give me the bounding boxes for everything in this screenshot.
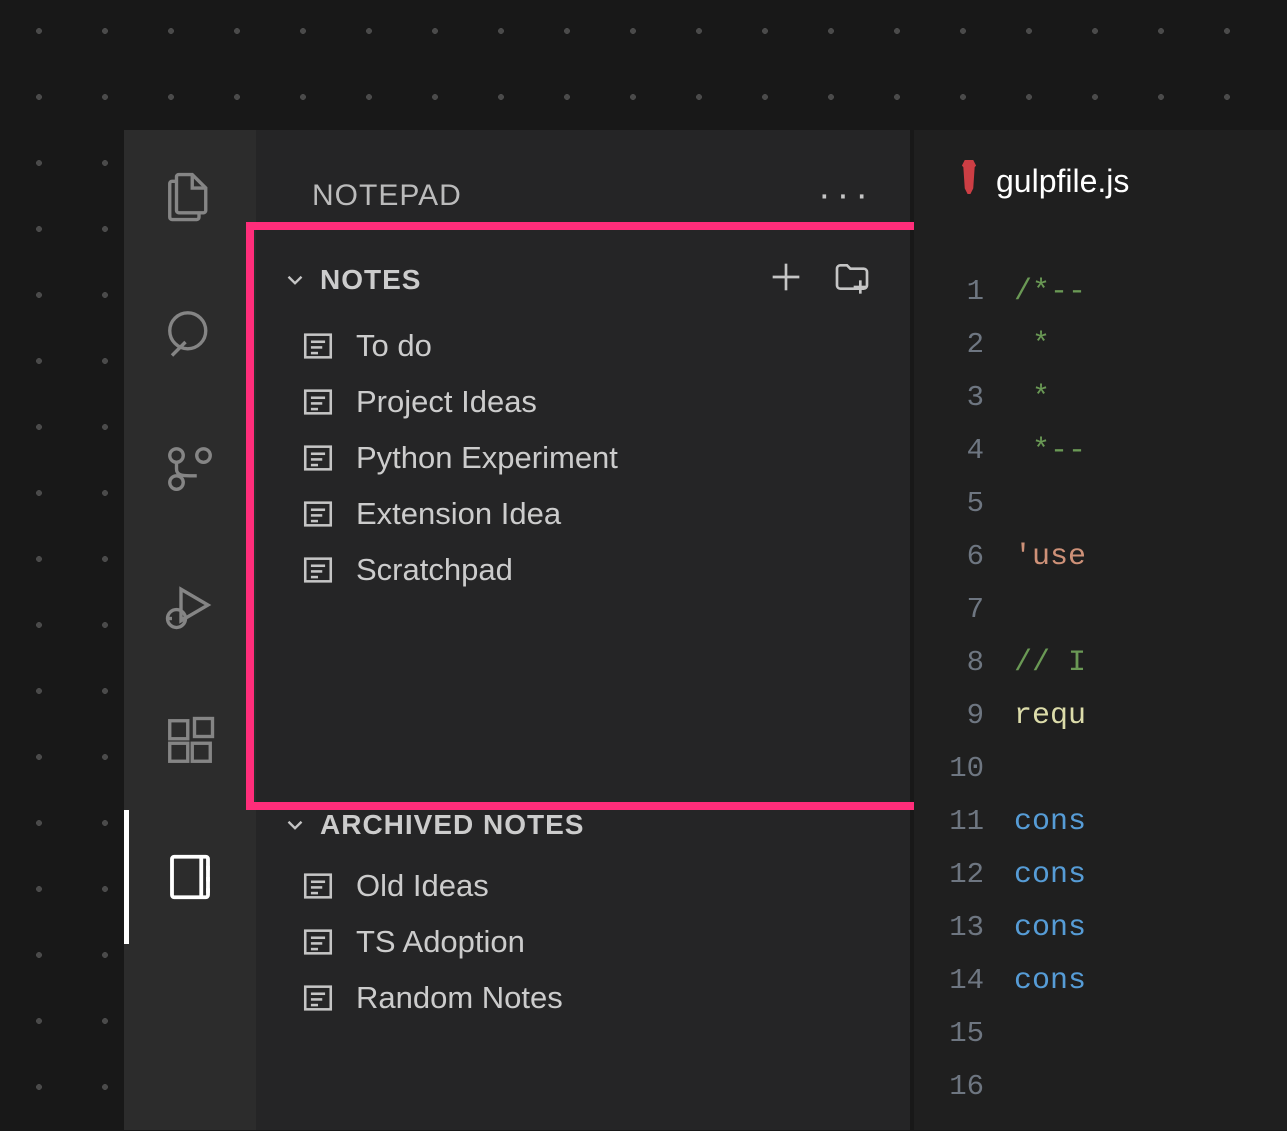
line-number: 12 — [949, 857, 984, 893]
note-label: Old Ideas — [356, 868, 489, 904]
note-icon — [300, 440, 336, 476]
editor-gutter: 12345678910111213141516 — [914, 274, 1014, 1105]
note-item[interactable]: Old Ideas — [256, 858, 910, 914]
code-line — [1014, 1016, 1287, 1052]
line-number: 2 — [967, 327, 984, 363]
note-icon — [300, 868, 336, 904]
line-number: 15 — [949, 1016, 984, 1052]
note-item[interactable]: Project Ideas — [256, 374, 910, 430]
note-item[interactable]: To do — [256, 318, 910, 374]
editor-body: 12345678910111213141516 /*-- * * *--'use… — [914, 232, 1287, 1105]
chevron-down-icon — [278, 263, 312, 297]
workspace: NOTEPAD ··· NOTES To do Project Ideas Pytho… — [124, 130, 910, 1130]
note-label: TS Adoption — [356, 924, 525, 960]
note-icon — [300, 384, 336, 420]
code-line — [1014, 486, 1287, 522]
notepad-icon — [163, 850, 217, 904]
note-icon — [300, 328, 336, 364]
line-number: 14 — [949, 963, 984, 999]
code-line: // I — [1014, 645, 1287, 681]
note-item[interactable]: TS Adoption — [256, 914, 910, 970]
gulp-icon — [956, 160, 982, 202]
line-number: 9 — [967, 698, 984, 734]
code-line: cons — [1014, 804, 1287, 840]
code-line: *-- — [1014, 433, 1287, 469]
source-control-icon — [163, 442, 217, 496]
line-number: 5 — [967, 486, 984, 522]
code-line: * — [1014, 380, 1287, 416]
note-item[interactable]: Python Experiment — [256, 430, 910, 486]
activity-run-debug[interactable] — [124, 578, 256, 632]
run-debug-icon — [163, 578, 217, 632]
line-number: 10 — [949, 751, 984, 787]
activity-notepad[interactable] — [124, 850, 256, 904]
note-list: To do Project Ideas Python Experiment Exten… — [256, 312, 910, 608]
code-line: * — [1014, 327, 1287, 363]
activity-search[interactable] — [124, 306, 256, 360]
note-label: Random Notes — [356, 980, 563, 1016]
note-icon — [300, 496, 336, 532]
chevron-down-icon — [278, 808, 312, 842]
note-item[interactable]: Random Notes — [256, 970, 910, 1026]
sidebar-more-actions[interactable]: ··· — [818, 174, 874, 217]
folder-plus-icon — [832, 257, 872, 297]
note-list: Old Ideas TS Adoption Random Notes — [256, 852, 910, 1036]
sidebar-title: NOTEPAD — [312, 179, 462, 213]
code-line: cons — [1014, 910, 1287, 946]
editor-tab-label: gulpfile.js — [996, 163, 1129, 200]
code-line — [1014, 1069, 1287, 1105]
note-label: Python Experiment — [356, 440, 618, 476]
code-line: requ — [1014, 698, 1287, 734]
note-icon — [300, 980, 336, 1016]
note-item[interactable]: Extension Idea — [256, 486, 910, 542]
note-icon — [300, 924, 336, 960]
line-number: 7 — [967, 592, 984, 628]
section-header[interactable]: NOTES — [256, 247, 910, 312]
note-label: To do — [356, 328, 432, 364]
line-number: 16 — [949, 1069, 984, 1105]
section-actions — [766, 257, 890, 302]
section-title: ARCHIVED NOTES — [320, 809, 890, 841]
section-header[interactable]: ARCHIVED NOTES — [256, 798, 910, 852]
search-icon — [163, 306, 217, 360]
code-line: /*-- — [1014, 274, 1287, 310]
activity-explorer[interactable] — [124, 170, 256, 224]
activity-bar — [124, 130, 256, 1130]
editor-code[interactable]: /*-- * * *-- 'use // I requ cons cons cons cons — [1014, 274, 1287, 1105]
line-number: 4 — [967, 433, 984, 469]
note-item[interactable]: Scratchpad — [256, 542, 910, 598]
sidebar-panel: NOTEPAD ··· NOTES To do Project Ideas Pytho… — [256, 130, 910, 1130]
code-line: cons — [1014, 857, 1287, 893]
extensions-icon — [163, 714, 217, 768]
new-note-button[interactable] — [766, 257, 806, 302]
line-number: 6 — [967, 539, 984, 575]
line-number: 13 — [949, 910, 984, 946]
line-number: 11 — [949, 804, 984, 840]
note-label: Project Ideas — [356, 384, 537, 420]
note-label: Scratchpad — [356, 552, 513, 588]
line-number: 3 — [967, 380, 984, 416]
ellipsis-icon: ··· — [818, 174, 874, 216]
code-line — [1014, 592, 1287, 628]
line-number: 8 — [967, 645, 984, 681]
line-number: 1 — [967, 274, 984, 310]
editor-area: gulpfile.js 12345678910111213141516 /*--… — [914, 130, 1287, 1130]
note-icon — [300, 552, 336, 588]
note-label: Extension Idea — [356, 496, 561, 532]
code-line: cons — [1014, 963, 1287, 999]
code-line: 'use — [1014, 539, 1287, 575]
plus-icon — [766, 257, 806, 297]
new-folder-button[interactable] — [832, 257, 872, 302]
sidebar-header: NOTEPAD ··· — [256, 130, 910, 247]
files-icon — [163, 170, 217, 224]
code-line — [1014, 751, 1287, 787]
activity-extensions[interactable] — [124, 714, 256, 768]
section-title: NOTES — [320, 264, 766, 296]
editor-tab[interactable]: gulpfile.js — [914, 130, 1287, 232]
activity-source-control[interactable] — [124, 442, 256, 496]
